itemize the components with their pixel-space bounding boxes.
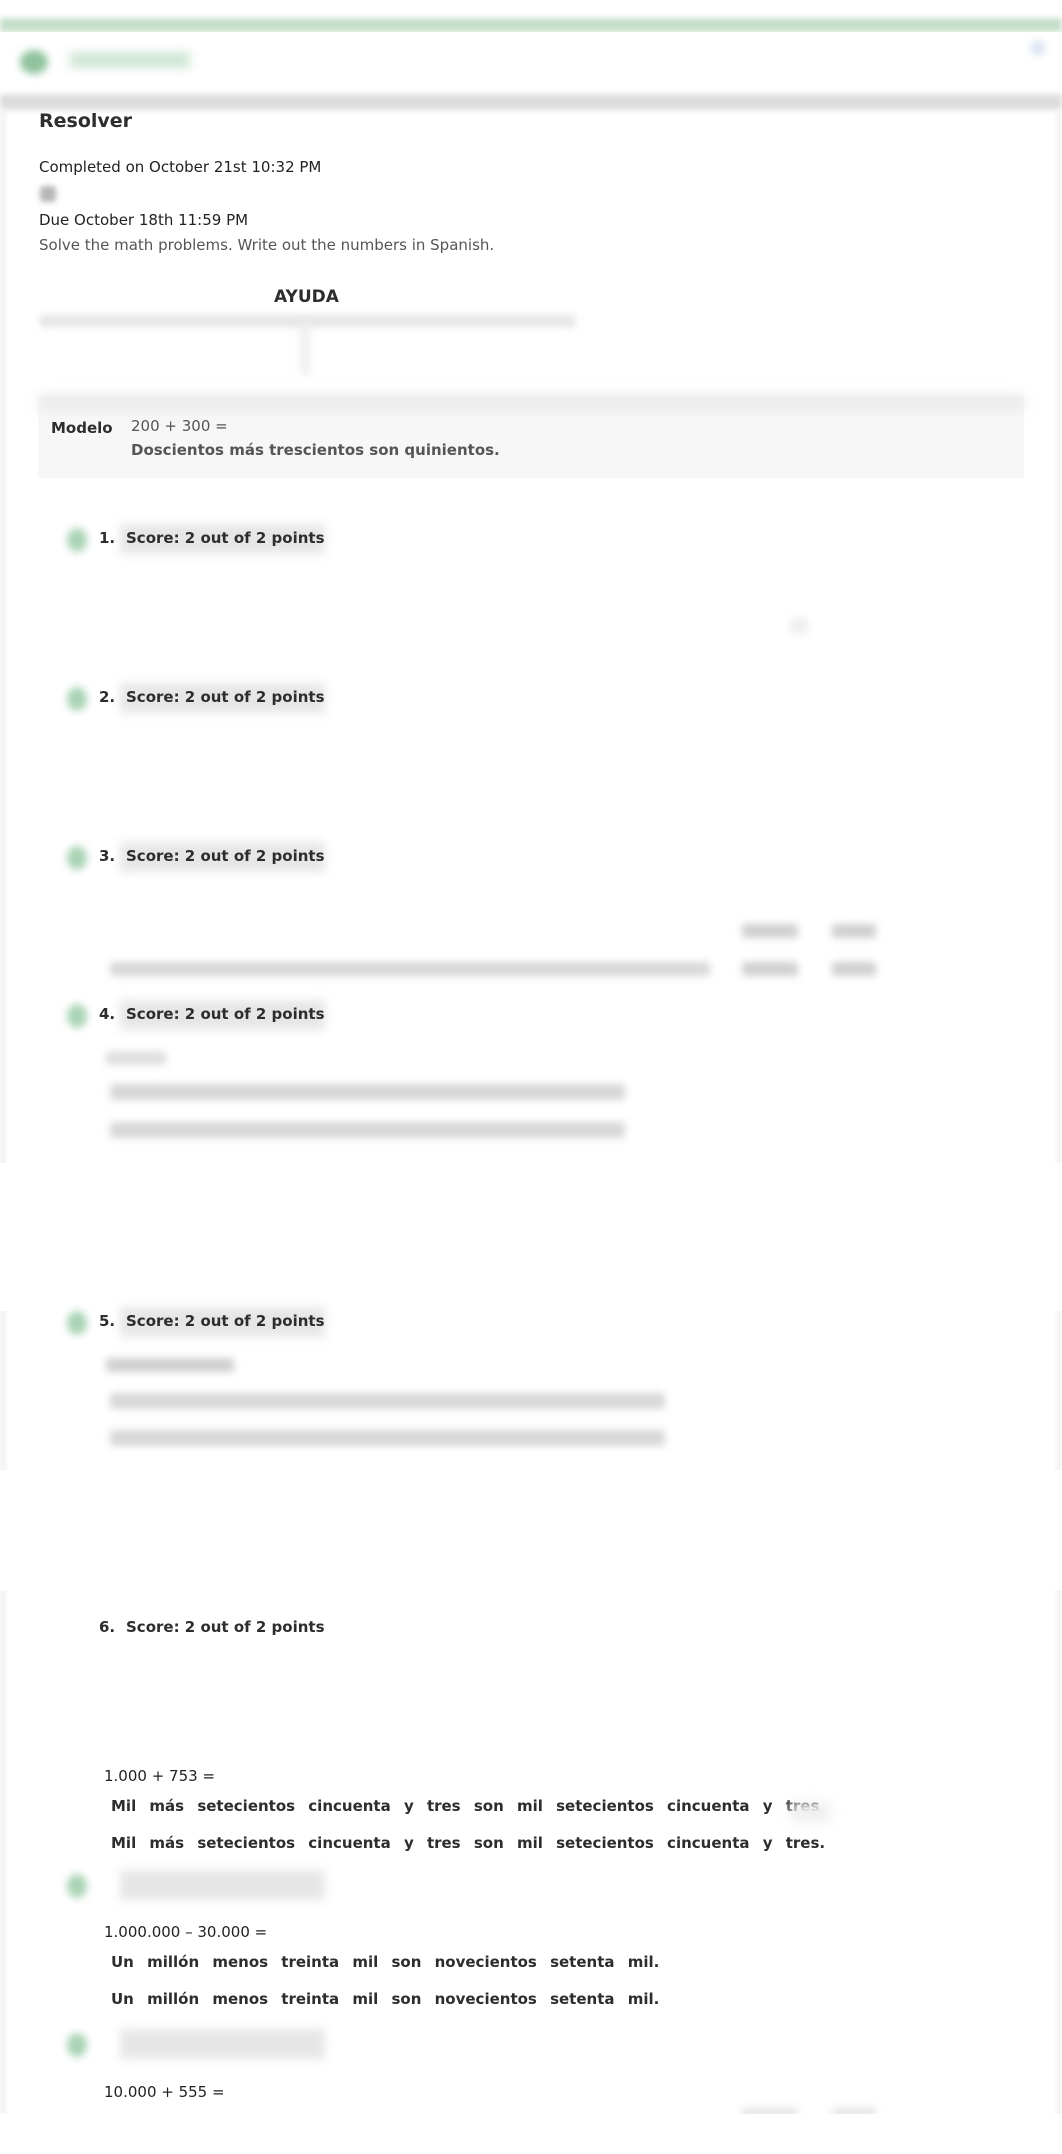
- correct-answer: Mil más setecientos cincuenta y tres son…: [111, 1834, 826, 1852]
- model-label: Modelo: [51, 419, 113, 437]
- item-equation: 1.000.000 – 30.000 =: [104, 1923, 268, 1941]
- page-bottom: [0, 2114, 1062, 2154]
- score-badge: [120, 2029, 325, 2059]
- hidden-answer: [110, 1084, 625, 1100]
- question-score: Score: 2 out of 2 points: [126, 1312, 325, 1330]
- correct-answer: Un millón menos treinta mil son novecien…: [111, 1990, 660, 2008]
- help-panel-stem: [301, 320, 309, 375]
- hidden-answer: [110, 1430, 665, 1446]
- question-number: 5.: [99, 1312, 116, 1330]
- check-icon: [67, 528, 87, 552]
- hidden-content: [790, 618, 808, 634]
- check-icon: [67, 2033, 87, 2057]
- check-icon: [67, 687, 87, 711]
- item-equation: 10.000 + 555 =: [104, 2083, 225, 2101]
- question-number: 4.: [99, 1005, 116, 1023]
- completed-timestamp: Completed on October 21st 10:32 PM: [39, 158, 322, 176]
- model-box-shadow: [38, 394, 1024, 410]
- question-number: 2.: [99, 688, 116, 706]
- spacer: [0, 1163, 1062, 1311]
- hidden-answer: [110, 962, 710, 976]
- student-answer: Un millón menos treinta mil son novecien…: [111, 1953, 660, 1971]
- model-equation: 200 + 300 =: [131, 417, 228, 435]
- hidden-answer: [110, 1393, 665, 1409]
- leaf-logo-icon[interactable]: [20, 50, 48, 74]
- hidden-equation: [106, 1051, 166, 1065]
- hidden-answer: [110, 1122, 625, 1138]
- question-number: 6.: [99, 1618, 116, 1636]
- check-icon: [67, 1311, 87, 1335]
- page-title: Resolver: [39, 110, 133, 132]
- instructions: Solve the math problems. Write out the n…: [39, 236, 495, 254]
- question-score: Score: 2 out of 2 points: [126, 529, 325, 547]
- status-icon: [40, 186, 56, 202]
- model-answer: Doscientos más trescientos son quiniento…: [131, 441, 500, 459]
- student-answer: Mil más setecientos cincuenta y tres son…: [111, 1797, 820, 1815]
- question-score: Score: 2 out of 2 points: [126, 1618, 325, 1636]
- question-number: 1.: [99, 529, 116, 547]
- answer-fade: [790, 1802, 830, 1822]
- hidden-answer: [832, 962, 876, 976]
- question-score: Score: 2 out of 2 points: [126, 1005, 325, 1023]
- page-left-border: [0, 110, 6, 2154]
- check-icon: [67, 846, 87, 870]
- hidden-answer: [832, 924, 876, 938]
- check-icon: [67, 1874, 87, 1898]
- brand-name[interactable]: [70, 52, 190, 68]
- hidden-answer: [742, 924, 798, 938]
- question-number: 3.: [99, 847, 116, 865]
- user-icon[interactable]: [1030, 40, 1046, 56]
- hidden-answer: [742, 962, 798, 976]
- top-accent-bar: [0, 18, 1062, 32]
- question-score: Score: 2 out of 2 points: [126, 847, 325, 865]
- toolbar-divider: [0, 94, 1062, 110]
- spacer: [0, 1470, 1062, 1590]
- page-right-border: [1056, 110, 1062, 2154]
- hidden-equation: [106, 1358, 234, 1372]
- score-badge: [120, 1870, 325, 1900]
- due-date: Due October 18th 11:59 PM: [39, 211, 249, 229]
- question-score: Score: 2 out of 2 points: [126, 688, 325, 706]
- item-equation: 1.000 + 753 =: [104, 1767, 216, 1785]
- help-button[interactable]: AYUDA: [274, 287, 339, 307]
- check-icon: [67, 1004, 87, 1028]
